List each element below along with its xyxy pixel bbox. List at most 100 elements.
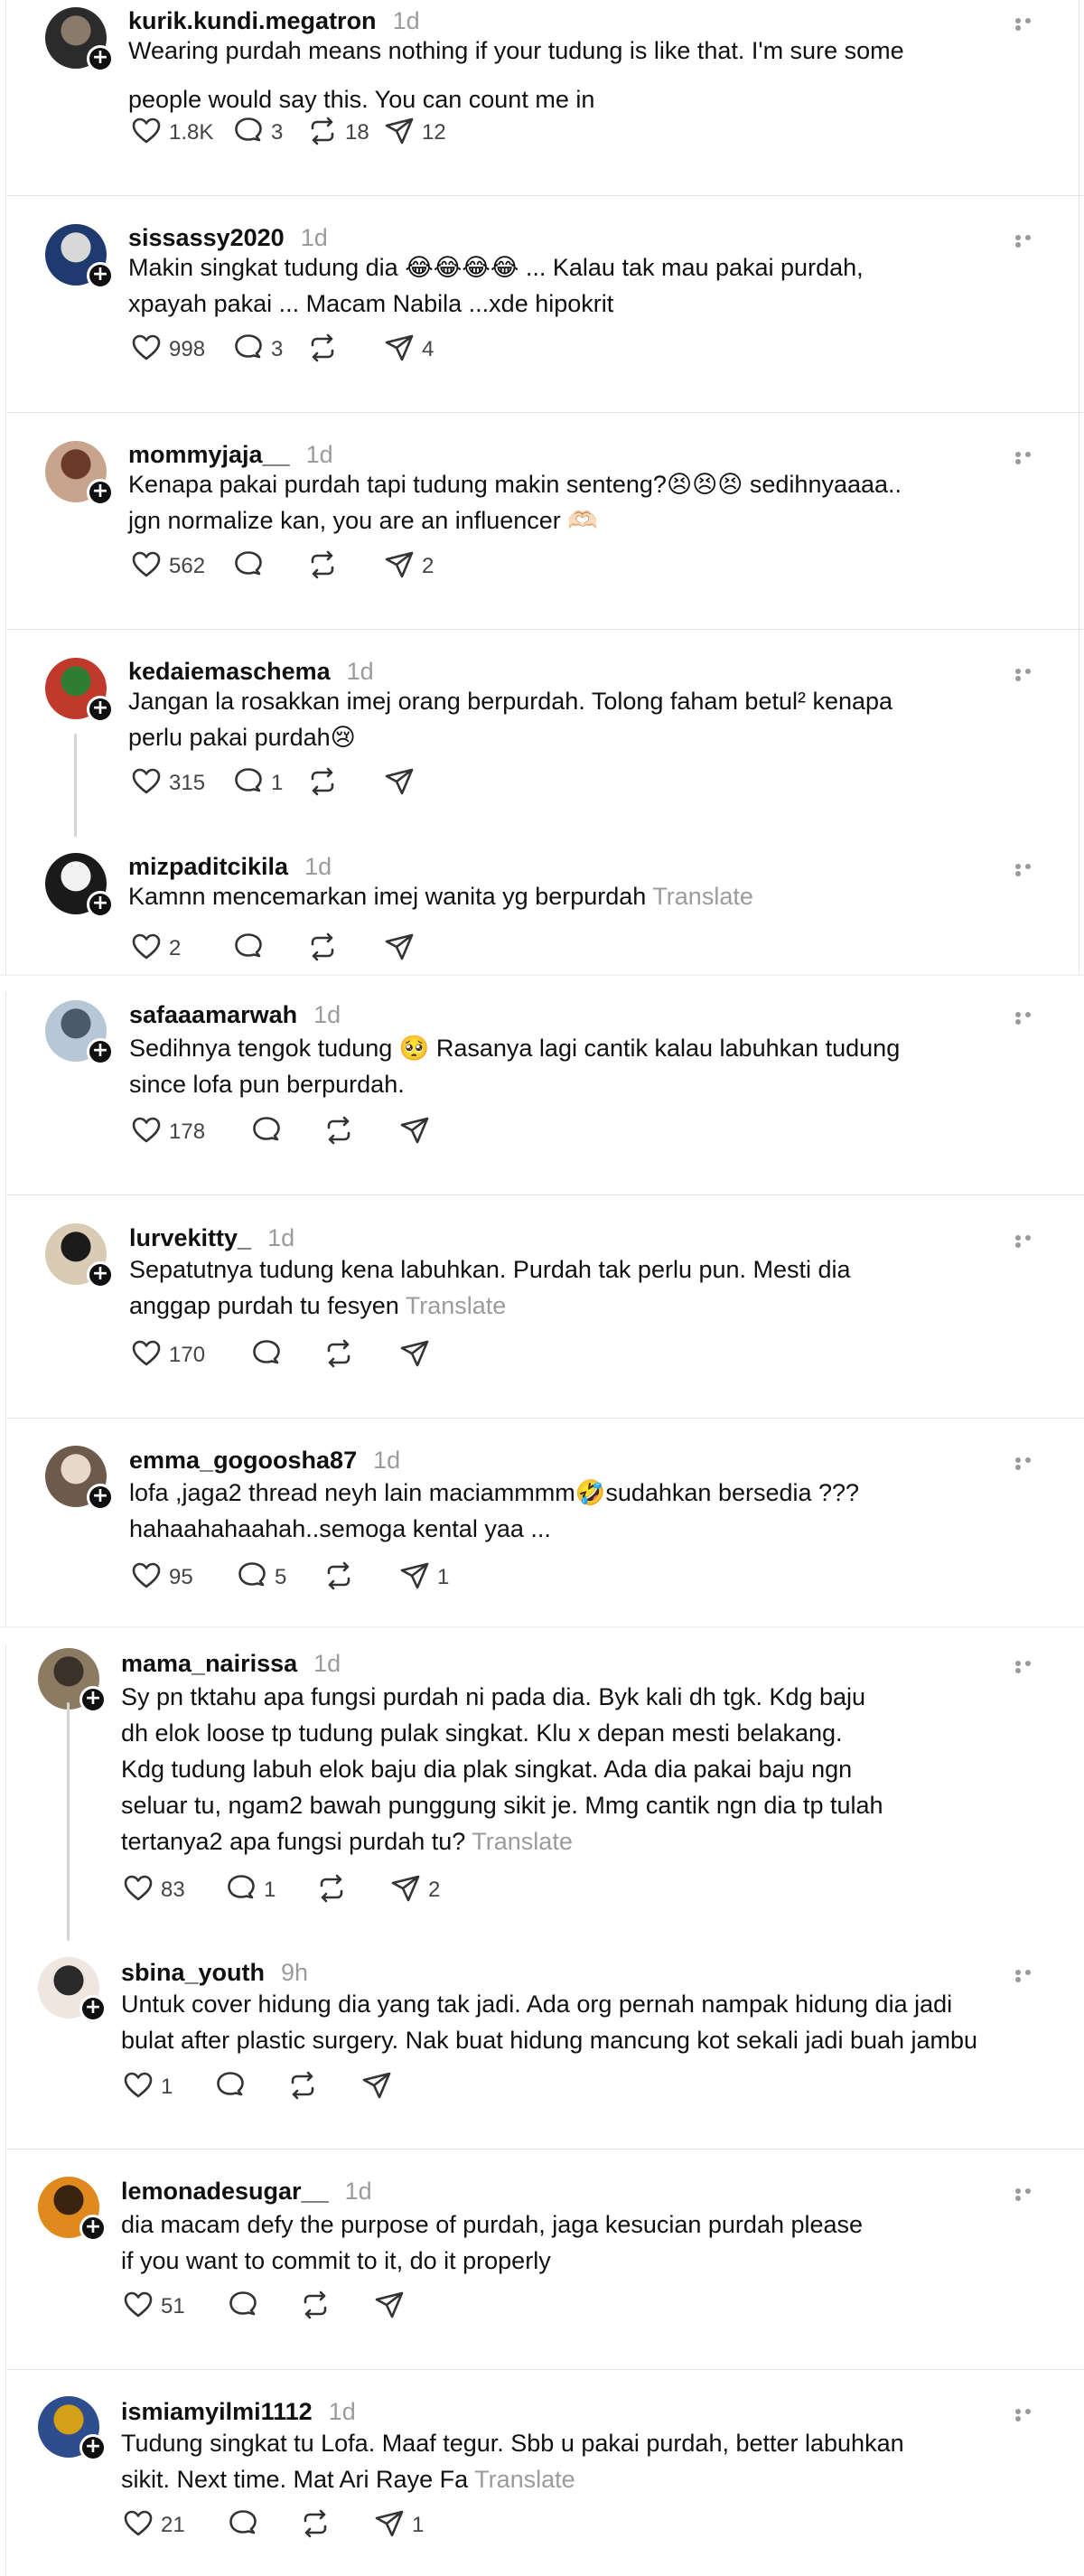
repost-button[interactable] bbox=[307, 548, 338, 585]
share-button[interactable]: 1 bbox=[399, 1560, 449, 1596]
share-button[interactable] bbox=[399, 1337, 430, 1373]
avatar[interactable]: + bbox=[38, 1648, 107, 1713]
username[interactable]: ismiamyilmi1112 bbox=[121, 2398, 313, 2426]
share-button[interactable] bbox=[384, 765, 415, 801]
repost-button[interactable]: 18 bbox=[307, 115, 369, 151]
share-button[interactable]: 1 bbox=[374, 2507, 424, 2543]
avatar[interactable]: + bbox=[38, 2396, 107, 2461]
share-button[interactable]: 2 bbox=[390, 1872, 440, 1908]
repost-button[interactable] bbox=[323, 1337, 354, 1373]
reply-button[interactable] bbox=[251, 1114, 282, 1150]
username[interactable]: mommyjaja__ bbox=[128, 441, 290, 469]
more-dots-icon[interactable] bbox=[1015, 16, 1042, 31]
more-dots-icon[interactable] bbox=[1015, 862, 1042, 876]
username[interactable]: mizpaditcikila bbox=[128, 853, 288, 881]
reply-button[interactable] bbox=[233, 931, 264, 967]
username[interactable]: kedaiemaschema bbox=[128, 658, 331, 686]
share-button[interactable]: 2 bbox=[384, 548, 434, 585]
reply-button[interactable] bbox=[233, 548, 264, 585]
more-dots-icon[interactable] bbox=[1015, 233, 1042, 248]
repost-button[interactable] bbox=[323, 1560, 354, 1596]
avatar[interactable]: + bbox=[38, 2177, 107, 2242]
username[interactable]: sissassy2020 bbox=[128, 224, 285, 252]
avatar[interactable]: + bbox=[45, 1446, 114, 1511]
like-button[interactable]: 2 bbox=[131, 931, 181, 967]
repost-button[interactable] bbox=[307, 332, 338, 368]
more-dots-icon[interactable] bbox=[1015, 1456, 1042, 1470]
repost-button[interactable] bbox=[316, 1872, 347, 1908]
reply-button[interactable] bbox=[251, 1337, 282, 1373]
username[interactable]: lemonadesugar__ bbox=[121, 2178, 329, 2206]
translate-link[interactable]: Translate bbox=[652, 883, 753, 910]
repost-button[interactable] bbox=[307, 765, 338, 801]
follow-plus-icon[interactable]: + bbox=[87, 45, 114, 72]
avatar[interactable]: + bbox=[45, 1223, 114, 1288]
like-button[interactable]: 178 bbox=[131, 1114, 205, 1150]
more-dots-icon[interactable] bbox=[1015, 2407, 1042, 2421]
share-button[interactable] bbox=[361, 2069, 392, 2105]
avatar[interactable]: + bbox=[45, 7, 114, 72]
reply-button[interactable]: 1 bbox=[226, 1872, 276, 1908]
like-button[interactable]: 95 bbox=[131, 1560, 193, 1596]
repost-button[interactable] bbox=[287, 2069, 318, 2105]
avatar[interactable]: + bbox=[45, 224, 114, 289]
repost-button[interactable] bbox=[300, 2289, 331, 2325]
more-dots-icon[interactable] bbox=[1015, 667, 1042, 681]
follow-plus-icon[interactable]: + bbox=[87, 1038, 114, 1065]
avatar[interactable]: + bbox=[45, 441, 114, 506]
reply-button[interactable]: 3 bbox=[233, 332, 283, 368]
avatar[interactable]: + bbox=[45, 658, 114, 723]
follow-plus-icon[interactable]: + bbox=[79, 1686, 107, 1713]
username[interactable]: safaaamarwah bbox=[129, 1001, 297, 1029]
more-dots-icon[interactable] bbox=[1015, 450, 1042, 464]
username[interactable]: lurvekitty_ bbox=[129, 1224, 251, 1252]
username[interactable]: emma_gogoosha87 bbox=[129, 1447, 357, 1475]
more-dots-icon[interactable] bbox=[1015, 2187, 1042, 2201]
more-dots-icon[interactable] bbox=[1015, 1968, 1042, 1982]
share-button[interactable]: 4 bbox=[384, 332, 434, 368]
like-button[interactable]: 1 bbox=[123, 2069, 173, 2105]
like-button[interactable]: 998 bbox=[131, 332, 205, 368]
avatar[interactable]: + bbox=[45, 853, 114, 918]
username[interactable]: sbina_youth bbox=[121, 1959, 265, 1987]
username[interactable]: mama_nairissa bbox=[121, 1650, 297, 1678]
translate-link[interactable]: Translate bbox=[472, 1828, 573, 1855]
reply-button[interactable] bbox=[215, 2069, 246, 2105]
like-button[interactable]: 21 bbox=[123, 2507, 185, 2543]
share-button[interactable] bbox=[399, 1114, 430, 1150]
username[interactable]: kurik.kundi.megatron bbox=[128, 7, 377, 35]
share-button[interactable]: 12 bbox=[384, 115, 446, 151]
reply-button[interactable]: 3 bbox=[233, 115, 283, 151]
like-button[interactable]: 562 bbox=[131, 548, 205, 585]
share-button[interactable] bbox=[374, 2289, 405, 2325]
follow-plus-icon[interactable]: + bbox=[79, 2434, 107, 2461]
follow-plus-icon[interactable]: + bbox=[87, 1261, 114, 1288]
follow-plus-icon[interactable]: + bbox=[79, 1995, 107, 2022]
follow-plus-icon[interactable]: + bbox=[87, 1484, 114, 1511]
like-button[interactable]: 51 bbox=[123, 2289, 185, 2325]
reply-button[interactable] bbox=[228, 2289, 258, 2325]
more-dots-icon[interactable] bbox=[1015, 1233, 1042, 1248]
follow-plus-icon[interactable]: + bbox=[87, 479, 114, 506]
like-button[interactable]: 83 bbox=[123, 1872, 185, 1908]
translate-link[interactable]: Translate bbox=[474, 2466, 575, 2493]
share-button[interactable] bbox=[384, 931, 415, 967]
follow-plus-icon[interactable]: + bbox=[87, 262, 114, 289]
repost-button[interactable] bbox=[300, 2507, 331, 2543]
like-button[interactable]: 170 bbox=[131, 1337, 205, 1373]
repost-button[interactable] bbox=[307, 931, 338, 967]
more-dots-icon[interactable] bbox=[1015, 1659, 1042, 1673]
reply-button[interactable]: 1 bbox=[233, 765, 283, 801]
avatar[interactable]: + bbox=[45, 1000, 114, 1065]
avatar[interactable]: + bbox=[38, 1957, 107, 2022]
follow-plus-icon[interactable]: + bbox=[79, 2215, 107, 2242]
reply-button[interactable]: 5 bbox=[237, 1560, 286, 1596]
follow-plus-icon[interactable]: + bbox=[87, 696, 114, 723]
translate-link[interactable]: Translate bbox=[406, 1292, 507, 1319]
reply-button[interactable] bbox=[228, 2507, 258, 2543]
follow-plus-icon[interactable]: + bbox=[87, 891, 114, 918]
repost-button[interactable] bbox=[323, 1114, 354, 1150]
like-button[interactable]: 315 bbox=[131, 765, 205, 801]
like-button[interactable]: 1.8K bbox=[131, 115, 213, 151]
more-dots-icon[interactable] bbox=[1015, 1010, 1042, 1025]
